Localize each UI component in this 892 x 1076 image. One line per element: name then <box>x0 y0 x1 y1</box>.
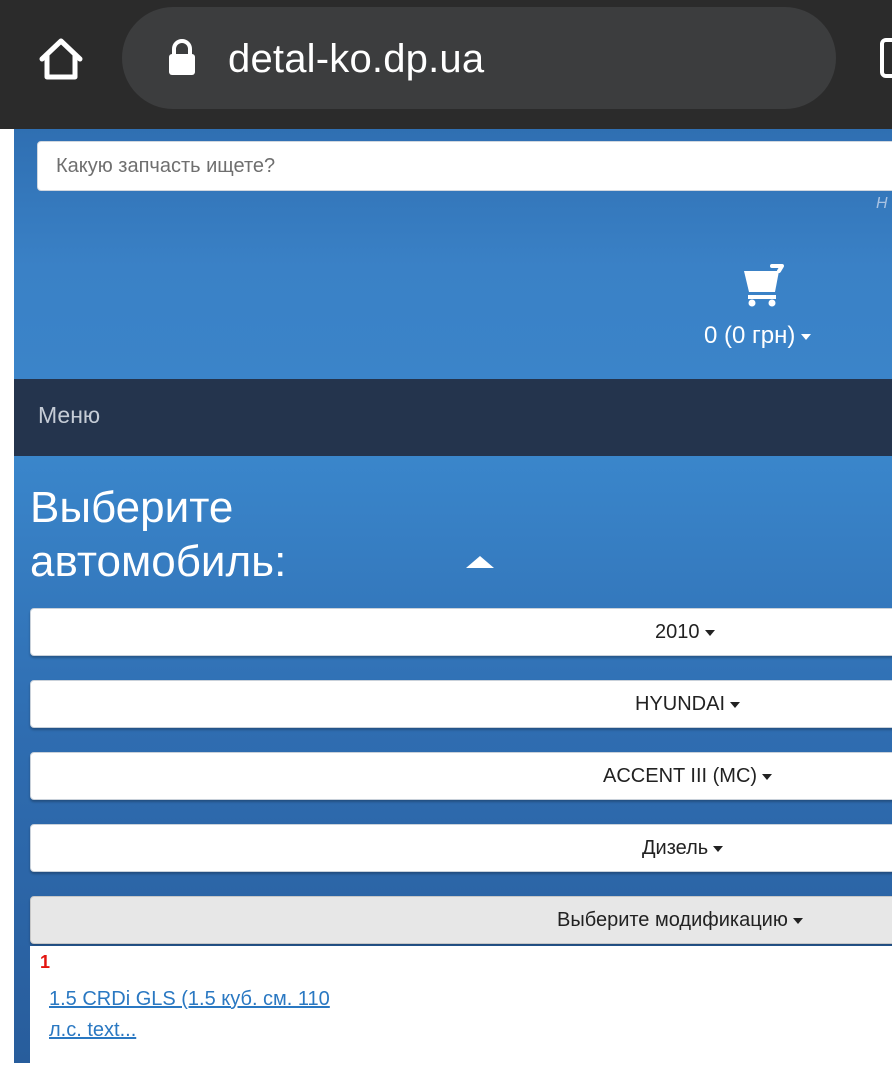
menu-label: Меню <box>38 402 101 428</box>
chevron-down-icon <box>713 845 724 852</box>
modification-list: 1 1.5 CRDi GLS (1.5 куб. см. 110 л.с. te… <box>30 946 892 1076</box>
brand-value: HYUNDAI <box>635 693 726 715</box>
search-hint: Н <box>876 195 888 212</box>
search-box[interactable] <box>37 141 892 191</box>
brand-dropdown[interactable]: HYUNDAI <box>30 680 892 728</box>
chevron-down-icon <box>792 917 803 924</box>
search-input[interactable] <box>38 142 892 190</box>
chevron-down-icon <box>762 773 773 780</box>
year-dropdown[interactable]: 2010 <box>30 608 892 656</box>
modification-value: Выберите модификацию <box>557 909 788 931</box>
cart-icon[interactable] <box>742 262 788 308</box>
car-selector-title: Выберите автомобиль: <box>30 483 287 586</box>
cart-total-button[interactable]: 0 (0 грн) <box>704 319 812 353</box>
lock-icon <box>169 39 195 75</box>
cart-total-text: 0 (0 грн) <box>704 322 796 349</box>
model-dropdown[interactable]: ACCENT III (MC) <box>30 752 892 800</box>
modification-dropdown[interactable]: Выберите модификацию <box>30 896 892 944</box>
modification-link[interactable]: 1.5 CRDi GLS (1.5 куб. см. 110 л.с. text… <box>49 984 349 1046</box>
fuel-value: Дизель <box>642 837 709 859</box>
menu-bar[interactable]: Меню <box>14 379 892 456</box>
url-text[interactable]: detal-ko.dp.ua <box>228 34 484 84</box>
browser-toolbar: detal-ko.dp.ua <box>0 0 892 129</box>
year-value: 2010 <box>655 621 700 643</box>
model-value: ACCENT III (MC) <box>603 765 758 787</box>
chevron-down-icon <box>730 701 741 708</box>
car-selector: Выберите автомобиль: 2010 HYUNDAI ACCENT… <box>14 456 892 1076</box>
list-item-number: 1 <box>40 952 51 972</box>
page-content: Н 0 (0 грн) Меню Выберите автомобиль: 20… <box>0 129 892 1076</box>
fuel-dropdown[interactable]: Дизель <box>30 824 892 872</box>
collapse-icon[interactable] <box>466 556 494 568</box>
tabs-icon[interactable] <box>880 38 892 78</box>
home-icon[interactable] <box>36 34 86 84</box>
chevron-down-icon <box>704 629 715 636</box>
site-header: Н 0 (0 грн) <box>14 129 892 379</box>
chevron-down-icon <box>801 333 812 340</box>
